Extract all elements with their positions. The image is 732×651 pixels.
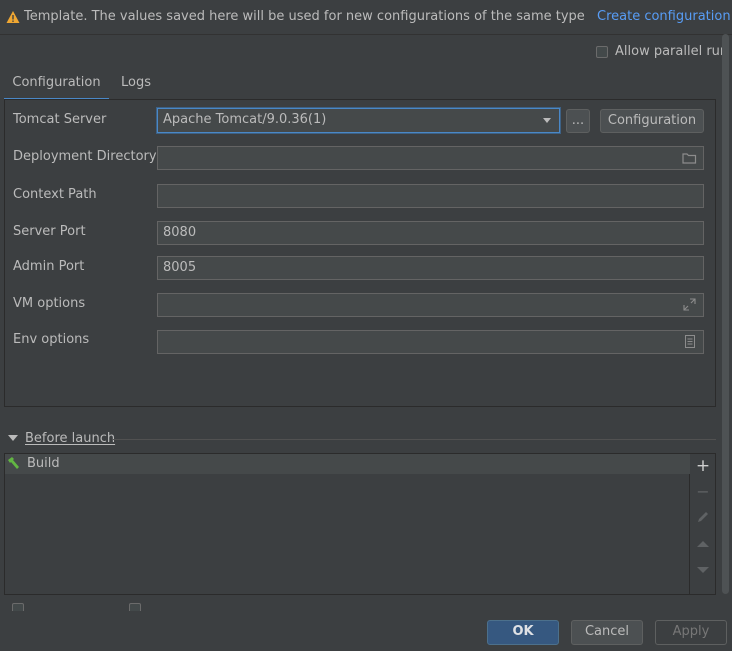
deployment-directory-field[interactable] xyxy=(157,146,704,170)
cancel-button[interactable]: Cancel xyxy=(571,620,643,645)
vm-options-field[interactable] xyxy=(157,293,704,317)
chevron-down-icon[interactable] xyxy=(543,118,551,123)
scrollbar[interactable] xyxy=(722,34,729,594)
allow-parallel-run-checkbox[interactable] xyxy=(596,46,608,58)
deployment-directory-label: Deployment Directory xyxy=(13,149,157,164)
env-options-label: Env options xyxy=(13,332,90,347)
server-port-field[interactable]: 8080 xyxy=(157,221,704,245)
collapse-triangle-icon[interactable] xyxy=(8,435,18,441)
expand-icon[interactable] xyxy=(683,298,696,311)
tomcat-server-select[interactable]: Apache Tomcat/9.0.36(1) xyxy=(157,108,560,133)
add-icon[interactable]: + xyxy=(694,457,712,475)
list-item[interactable] xyxy=(5,454,690,474)
server-configuration-button[interactable]: Configuration xyxy=(600,109,704,133)
move-up-icon[interactable] xyxy=(696,540,710,548)
show-page-checkbox[interactable] xyxy=(12,603,24,611)
remove-icon[interactable]: − xyxy=(694,483,712,501)
admin-port-field[interactable]: 8005 xyxy=(157,256,704,280)
context-path-label: Context Path xyxy=(13,187,97,202)
activate-window-checkbox[interactable] xyxy=(129,603,141,611)
tab-logs[interactable]: Logs xyxy=(115,74,157,98)
allow-parallel-run-label[interactable]: Allow parallel run xyxy=(615,44,728,59)
warning-icon xyxy=(6,11,20,23)
server-port-label: Server Port xyxy=(13,224,86,239)
build-task-label: Build xyxy=(27,456,60,471)
context-path-field[interactable] xyxy=(157,184,704,208)
before-launch-title[interactable]: Before launch xyxy=(25,431,115,446)
browse-server-button[interactable]: ... xyxy=(566,109,590,133)
create-configuration-link[interactable]: Create configuration xyxy=(597,9,731,24)
before-launch-list[interactable] xyxy=(4,453,690,595)
section-divider xyxy=(113,439,716,440)
template-message: Template. The values saved here will be … xyxy=(24,9,585,24)
admin-port-label: Admin Port xyxy=(13,259,85,274)
edit-icon[interactable] xyxy=(695,509,711,525)
move-down-icon[interactable] xyxy=(696,566,710,574)
env-options-field[interactable] xyxy=(157,330,704,354)
partially-hidden-options xyxy=(12,603,312,611)
folder-icon[interactable] xyxy=(682,152,697,164)
ok-button[interactable]: OK xyxy=(487,620,559,645)
tomcat-server-label: Tomcat Server xyxy=(13,112,107,127)
tab-configuration[interactable]: Configuration xyxy=(4,74,109,101)
hammer-icon xyxy=(8,457,19,469)
vm-options-label: VM options xyxy=(13,296,86,311)
document-icon[interactable] xyxy=(685,335,695,348)
apply-button[interactable]: Apply xyxy=(655,620,727,645)
